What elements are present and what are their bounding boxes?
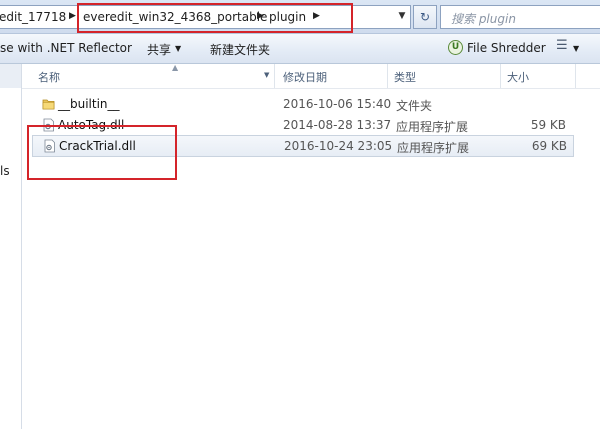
column-header-row: ▲ 名称 ▼ 修改日期 类型 大小	[22, 63, 600, 89]
column-header-size[interactable]: 大小	[507, 69, 529, 85]
navigation-pane[interactable]: ls	[0, 64, 22, 429]
file-type: 文件夹	[396, 99, 433, 113]
file-type: 应用程序扩展	[397, 141, 470, 155]
search-input[interactable]: 搜索 plugin	[440, 5, 600, 29]
column-divider[interactable]	[575, 64, 576, 88]
open-with-reflector-button[interactable]: se with .NET Reflector	[0, 41, 132, 55]
share-button[interactable]: 共享	[147, 41, 171, 58]
file-date: 2016-10-24 23:05	[284, 139, 393, 153]
column-header-type[interactable]: 类型	[394, 69, 416, 85]
refresh-icon[interactable]: ↻	[413, 5, 437, 29]
column-header-date[interactable]: 修改日期	[283, 69, 327, 85]
file-shredder-button[interactable]: File Shredder	[467, 41, 546, 55]
file-size: 69 KB	[531, 139, 567, 153]
address-history-dropdown-icon[interactable]: ▼	[395, 5, 409, 27]
file-size: 59 KB	[530, 118, 566, 132]
file-date: 2016-10-06 15:40	[283, 97, 392, 111]
column-divider[interactable]	[500, 64, 501, 88]
file-type: 应用程序扩展	[396, 120, 469, 134]
navigation-pane-header	[0, 64, 21, 88]
command-bar: se with .NET Reflector 共享 ▼ 新建文件夹 U File…	[0, 34, 600, 64]
column-header-name[interactable]: 名称	[38, 69, 60, 85]
new-folder-button[interactable]: 新建文件夹	[210, 41, 270, 58]
name-filter-dropdown-icon[interactable]: ▼	[264, 71, 269, 79]
column-divider[interactable]	[274, 64, 275, 88]
highlight-box-address	[77, 3, 353, 33]
breadcrumb-edit-17718[interactable]: edit_17718	[0, 10, 66, 24]
column-divider[interactable]	[387, 64, 388, 88]
sort-ascending-icon: ▲	[172, 63, 179, 72]
view-dropdown-icon[interactable]: ▼	[573, 44, 579, 53]
search-placeholder: 搜索 plugin	[451, 12, 516, 26]
address-bar-row: edit_17718 ▶ everedit_win32_4368_portabl…	[0, 0, 600, 34]
file-date: 2014-08-28 13:37	[283, 118, 392, 132]
view-options-icon[interactable]: ☰	[556, 38, 568, 53]
file-shredder-icon[interactable]: U	[448, 40, 463, 55]
highlight-box-file	[27, 125, 177, 180]
breadcrumb-arrow-icon[interactable]: ▶	[69, 11, 76, 21]
share-dropdown-icon[interactable]: ▼	[175, 44, 181, 53]
file-row-builtin[interactable]: __builtin__ 2016-10-06 15:40 文件夹	[32, 94, 572, 114]
folder-icon	[42, 99, 55, 110]
nav-item-partial[interactable]: ls	[0, 164, 10, 178]
file-name: __builtin__	[58, 97, 120, 111]
